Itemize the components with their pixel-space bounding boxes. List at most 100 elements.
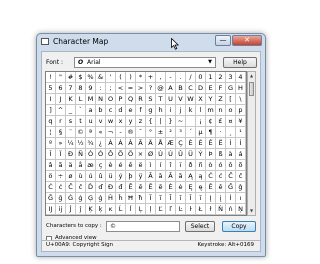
char-cell[interactable]: ÷ <box>56 171 66 182</box>
char-cell[interactable]: ü <box>106 171 116 182</box>
char-cell[interactable]: × <box>136 149 146 160</box>
char-cell[interactable]: Ä <box>146 138 156 149</box>
char-cell[interactable]: ] <box>46 105 56 116</box>
char-cell[interactable]: U <box>166 94 176 105</box>
char-cell[interactable]: ß <box>216 149 226 160</box>
char-cell[interactable]: Ĥ <box>106 193 116 204</box>
char-cell[interactable]: 1 <box>206 72 216 83</box>
title-bar[interactable]: Character Map — ✕ <box>37 34 265 50</box>
char-cell[interactable]: È <box>186 138 196 149</box>
char-cell[interactable]: T <box>156 94 166 105</box>
char-cell[interactable]: Ľ <box>156 204 166 215</box>
char-cell[interactable]: Y <box>206 94 216 105</box>
chevron-down-icon[interactable]: ▼ <box>206 58 214 67</box>
char-cell[interactable]: Č <box>66 182 76 193</box>
char-cell[interactable]: Ù <box>156 149 166 160</box>
char-cell[interactable]: Ï <box>56 149 66 160</box>
char-cell[interactable]: ĺ <box>126 204 136 215</box>
help-button[interactable]: Help <box>223 57 257 68</box>
char-cell[interactable]: Ú <box>166 149 176 160</box>
char-cell[interactable]: » <box>56 138 66 149</box>
char-cell[interactable]: Ě <box>206 182 216 193</box>
char-cell[interactable]: ø <box>66 171 76 182</box>
char-cell[interactable]: ¡ <box>196 116 206 127</box>
char-cell[interactable]: Đ <box>106 182 116 193</box>
char-cell[interactable]: ā <box>156 171 166 182</box>
char-cell[interactable]: ' <box>106 72 116 83</box>
char-cell[interactable]: u <box>86 116 96 127</box>
char-cell[interactable]: į <box>216 193 226 204</box>
char-cell[interactable]: Õ <box>116 149 126 160</box>
char-cell[interactable]: ò <box>206 160 216 171</box>
char-cell[interactable]: = <box>126 83 136 94</box>
char-cell[interactable]: ÿ <box>136 171 146 182</box>
char-cell[interactable]: h <box>156 105 166 116</box>
char-cell[interactable]: Ď <box>86 182 96 193</box>
char-cell[interactable]: Ļ <box>136 204 146 215</box>
char-cell[interactable]: R <box>136 94 146 105</box>
char-cell[interactable]: | <box>156 116 166 127</box>
char-cell[interactable]: ` <box>76 105 86 116</box>
char-cell[interactable]: § <box>56 127 66 138</box>
char-cell[interactable]: Ħ <box>126 193 136 204</box>
char-cell[interactable]: 2 <box>216 72 226 83</box>
char-cell[interactable]: £ <box>216 116 226 127</box>
scroll-up-arrow-icon[interactable]: ▲ <box>248 72 255 80</box>
char-cell[interactable]: Þ <box>206 149 216 160</box>
char-cell[interactable]: è <box>106 160 116 171</box>
char-cell[interactable]: b <box>96 105 106 116</box>
char-cell[interactable]: i <box>166 105 176 116</box>
char-cell[interactable]: ¾ <box>86 138 96 149</box>
char-cell[interactable]: ė <box>176 182 186 193</box>
char-cell[interactable]: _ <box>66 105 76 116</box>
char-cell[interactable]: Ń <box>216 204 226 215</box>
char-cell[interactable]: r <box>56 116 66 127</box>
char-cell[interactable]: M <box>86 94 96 105</box>
char-cell[interactable]: · <box>216 127 226 138</box>
char-cell[interactable]: º <box>46 138 56 149</box>
char-cell[interactable]: J <box>56 94 66 105</box>
char-cell[interactable]: ĸ <box>106 204 116 215</box>
char-cell[interactable]: ª <box>86 127 96 138</box>
char-cell[interactable]: % <box>86 72 96 83</box>
char-cell[interactable]: [ <box>226 94 236 105</box>
char-cell[interactable]: đ <box>116 182 126 193</box>
char-cell[interactable] <box>186 116 196 127</box>
char-cell[interactable]: Æ <box>166 138 176 149</box>
char-cell[interactable]: v <box>96 116 106 127</box>
char-cell[interactable]: Į <box>206 193 216 204</box>
char-cell[interactable]: Ç <box>176 138 186 149</box>
char-cell[interactable]: ĥ <box>116 193 126 204</box>
char-cell[interactable]: Ô <box>106 149 116 160</box>
char-cell[interactable]: d <box>116 105 126 116</box>
char-cell[interactable]: Ģ <box>86 193 96 204</box>
char-cell[interactable]: ą <box>196 171 206 182</box>
char-cell[interactable]: Ă <box>166 171 176 182</box>
char-cell[interactable]: æ <box>86 160 96 171</box>
char-cell[interactable]: ñ <box>196 160 206 171</box>
char-cell[interactable]: ī <box>176 193 186 204</box>
char-cell[interactable]: / <box>186 72 196 83</box>
scroll-down-arrow-icon[interactable]: ▼ <box>248 207 255 215</box>
char-cell[interactable]: ď <box>96 182 106 193</box>
char-cell[interactable]: ¹ <box>236 127 246 138</box>
character-grid[interactable]: ! " # $% & '() * +, -./0 1 2 3 4 5 6 7 8 9:; < = >? @ A B C D E F G H… <box>45 71 247 216</box>
char-cell[interactable]: s <box>66 116 76 127</box>
char-cell[interactable]: < <box>116 83 126 94</box>
char-cell[interactable]: ê <box>126 160 136 171</box>
char-cell[interactable]: ? <box>146 83 156 94</box>
char-cell[interactable]: ł <box>206 204 216 215</box>
char-cell[interactable]: ç <box>96 160 106 171</box>
char-cell[interactable]: . <box>176 72 186 83</box>
char-cell[interactable]: ĳ <box>56 204 66 215</box>
char-cell[interactable]: ô <box>226 160 236 171</box>
char-cell[interactable]: l <box>196 105 206 116</box>
char-cell[interactable]: ï <box>176 160 186 171</box>
char-cell[interactable]: ð <box>186 160 196 171</box>
char-cell[interactable]: ´ <box>186 127 196 138</box>
char-cell[interactable]: ¿ <box>96 138 106 149</box>
char-cell[interactable]: + <box>146 72 156 83</box>
char-cell[interactable]: Ê <box>206 138 216 149</box>
char-cell[interactable]: Ó <box>96 149 106 160</box>
char-cell[interactable]: ; <box>106 83 116 94</box>
